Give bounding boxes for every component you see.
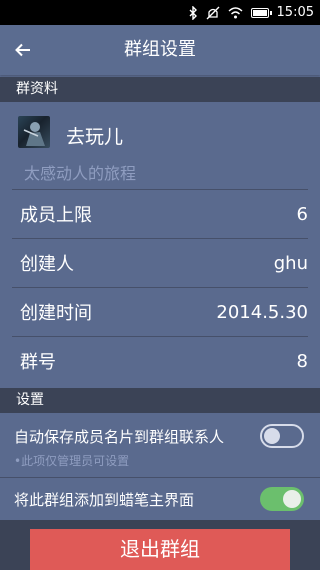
auto-save-hint: •此项仅管理员可设置 (14, 454, 130, 468)
row-label: 创建人 (20, 254, 74, 275)
section-header-group-info: 群资料 (0, 77, 320, 102)
status-bar: 15:05 (0, 0, 320, 25)
exit-group-button[interactable]: 退出群组 (30, 529, 290, 570)
group-name: 去玩儿 (66, 126, 124, 148)
row-label: 创建时间 (20, 303, 92, 324)
group-description: 太感动人的旅程 (24, 164, 137, 183)
row-value: 8 (296, 350, 308, 372)
silent-mode-icon (206, 6, 219, 19)
row-label: 群号 (20, 352, 56, 373)
row-value: ghu (273, 252, 308, 274)
section-header-settings: 设置 (0, 388, 320, 413)
status-time: 15:05 (276, 5, 314, 20)
divider (0, 477, 320, 478)
toggle-knob (264, 428, 280, 444)
row-creator[interactable]: 创建人 ghu (0, 239, 320, 287)
battery-icon (250, 7, 272, 18)
row-value: 2014.5.30 (216, 301, 308, 323)
auto-save-toggle[interactable] (260, 424, 304, 448)
avatar-image-icon (23, 122, 45, 146)
page-title: 群组设置 (124, 39, 196, 60)
row-label: 成员上限 (20, 205, 92, 226)
row-value: 6 (296, 203, 308, 225)
wifi-icon (228, 6, 243, 18)
row-created-time[interactable]: 创建时间 2014.5.30 (0, 288, 320, 336)
bluetooth-icon (189, 5, 197, 20)
row-group-number[interactable]: 群号 8 (0, 337, 320, 385)
toggle-knob (283, 490, 301, 508)
row-member-limit[interactable]: 成员上限 6 (0, 190, 320, 238)
add-to-main-toggle[interactable] (260, 487, 304, 511)
group-avatar[interactable] (18, 116, 50, 148)
auto-save-setting-label: 自动保存成员名片到群组联系人 (14, 428, 225, 446)
app-header: 群组设置 (0, 25, 320, 75)
add-to-main-setting-label: 将此群组添加到蜡笔主界面 (14, 491, 195, 509)
